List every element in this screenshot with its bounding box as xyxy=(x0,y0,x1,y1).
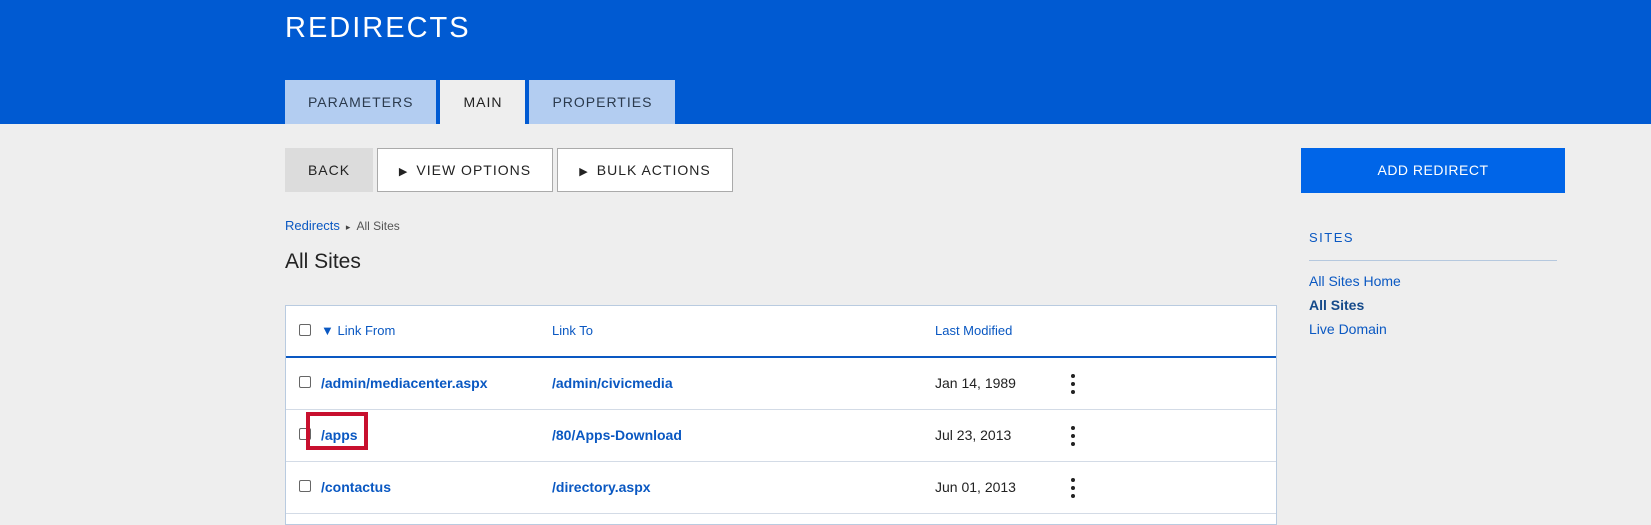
sites-divider xyxy=(1309,260,1557,261)
sidebar-item-all-sites-home[interactable]: All Sites Home xyxy=(1309,273,1401,289)
sites-heading: SITES xyxy=(1309,230,1355,245)
breadcrumb-current: All Sites xyxy=(356,219,400,233)
link-from-cell[interactable]: /contactus xyxy=(321,479,391,495)
tab-main[interactable]: MAIN xyxy=(440,80,526,124)
sidebar-item-all-sites[interactable]: All Sites xyxy=(1309,297,1364,313)
more-vertical-icon[interactable] xyxy=(1069,374,1077,394)
row-checkbox[interactable] xyxy=(299,480,311,492)
column-last-modified[interactable]: Last Modified xyxy=(935,323,1012,338)
play-icon: ▶ xyxy=(398,166,409,178)
breadcrumb-redirects-link[interactable]: Redirects xyxy=(285,218,340,233)
more-vertical-icon[interactable] xyxy=(1069,478,1077,498)
link-to-cell[interactable]: /directory.aspx xyxy=(552,479,651,495)
back-button[interactable]: BACK xyxy=(285,148,373,192)
bulk-actions-button[interactable]: ▶ BULK ACTIONS xyxy=(557,148,733,192)
tab-bar: PARAMETERS MAIN PROPERTIES xyxy=(285,80,679,124)
tab-properties[interactable]: PROPERTIES xyxy=(529,80,676,124)
link-to-cell[interactable]: /admin/civicmedia xyxy=(552,375,673,391)
page-title: REDIRECTS xyxy=(285,12,471,44)
play-icon: ▶ xyxy=(579,166,589,178)
table-row: /contactus /directory.aspx Jun 01, 2013 xyxy=(286,462,1276,514)
link-to-cell[interactable]: /80/Apps-Download xyxy=(552,427,682,443)
column-link-from-label: Link From xyxy=(337,323,396,338)
table-row: /admin/mediacenter.aspx /admin/civicmedi… xyxy=(286,358,1276,410)
view-options-button[interactable]: ▶ VIEW OPTIONS xyxy=(377,148,553,192)
table-header: ▼ Link From Link To Last Modified xyxy=(286,306,1276,358)
view-options-label: VIEW OPTIONS xyxy=(416,162,532,178)
table-row: /apps /80/Apps-Download Jul 23, 2013 xyxy=(286,410,1276,462)
page-header: REDIRECTS PARAMETERS MAIN PROPERTIES xyxy=(0,0,1651,124)
sidebar-item-live-domain[interactable]: Live Domain xyxy=(1309,321,1387,337)
last-modified-cell: Jun 01, 2013 xyxy=(935,479,1016,495)
last-modified-cell: Jul 23, 2013 xyxy=(935,427,1012,443)
add-redirect-button[interactable]: ADD REDIRECT xyxy=(1301,148,1565,193)
section-title: All Sites xyxy=(285,250,361,273)
column-link-to[interactable]: Link To xyxy=(552,323,593,338)
breadcrumb-separator: ▸ xyxy=(345,222,351,232)
column-link-from[interactable]: ▼ Link From xyxy=(321,323,395,338)
highlight-box xyxy=(306,412,368,450)
row-checkbox[interactable] xyxy=(299,376,311,388)
sort-desc-icon: ▼ xyxy=(321,323,334,338)
link-from-cell[interactable]: /admin/mediacenter.aspx xyxy=(321,375,488,391)
redirects-table: ▼ Link From Link To Last Modified /admin… xyxy=(285,305,1277,525)
select-all-checkbox[interactable] xyxy=(299,324,311,336)
more-vertical-icon[interactable] xyxy=(1069,426,1077,446)
breadcrumb: Redirects ▸ All Sites xyxy=(285,218,400,233)
bulk-actions-label: BULK ACTIONS xyxy=(596,162,711,178)
toolbar: BACK ▶ VIEW OPTIONS ▶ BULK ACTIONS xyxy=(285,148,737,192)
last-modified-cell: Jan 14, 1989 xyxy=(935,375,1016,391)
tab-parameters[interactable]: PARAMETERS xyxy=(285,80,437,124)
